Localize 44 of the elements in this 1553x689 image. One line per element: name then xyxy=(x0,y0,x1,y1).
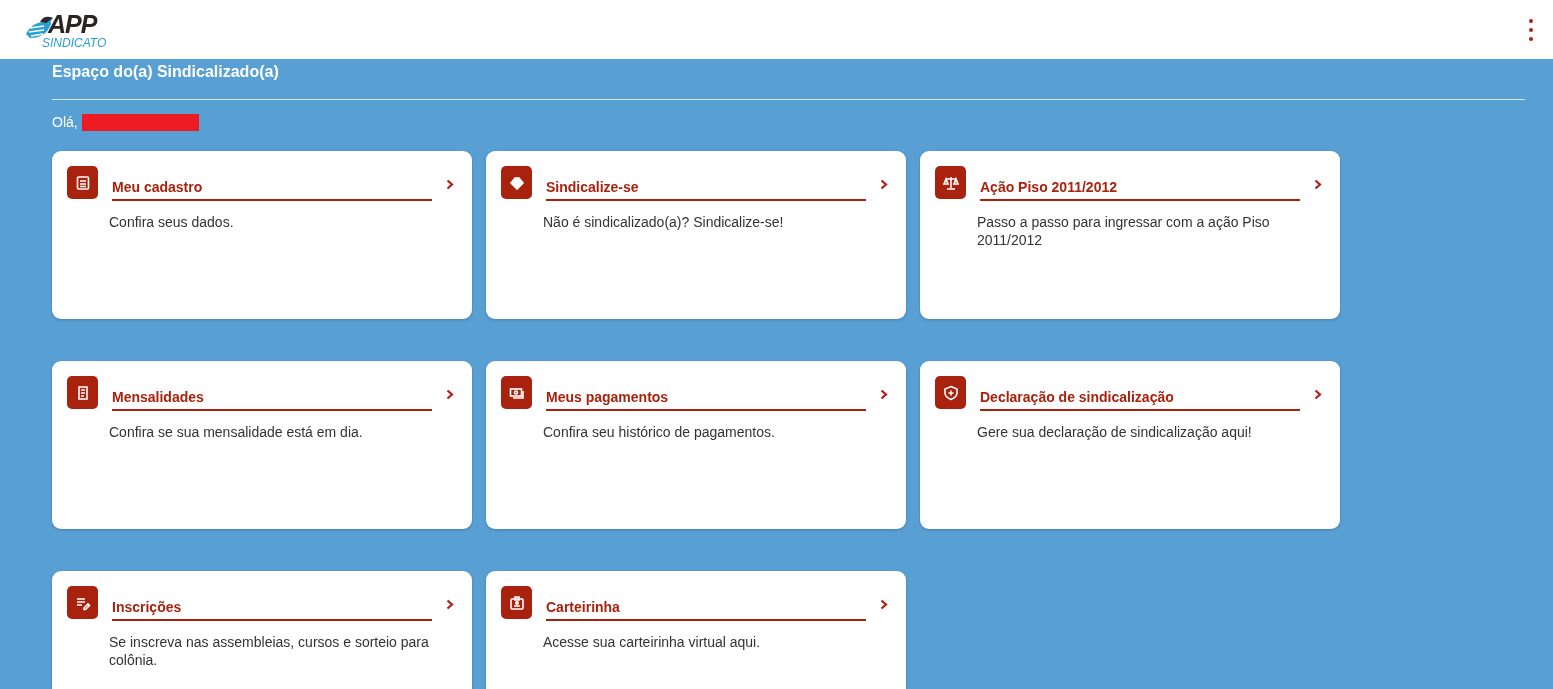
card-background[interactable]: Meu cadastro Confira seus dados. xyxy=(52,151,472,319)
card-background[interactable]: Meus pagamentos Confira seu histórico de pagamentos. xyxy=(486,361,906,529)
card-description: Acesse sua carteirinha virtual aqui. xyxy=(543,633,762,651)
card-background[interactable]: Declaração de sindicalização Gere sua declaração de sindicalização aqui! xyxy=(920,361,1340,529)
chevron-right-icon xyxy=(1314,389,1322,400)
card-title: Sindicalize-se xyxy=(546,179,639,195)
chevron-right-icon xyxy=(1314,179,1322,190)
page-title: Espaço do(a) Sindicalizado(a) xyxy=(52,62,280,82)
card-description: Gere sua declaração de sindicalização aqui! xyxy=(977,423,1253,441)
card-title: Mensalidades xyxy=(112,389,204,405)
chevron-right-icon xyxy=(446,599,454,610)
scale-icon xyxy=(935,166,966,199)
chevron-right-icon xyxy=(446,179,454,190)
shield-icon xyxy=(935,376,966,409)
card-description: Passo a passo para ingressar com a ação Piso 2011/2012 xyxy=(977,213,1271,249)
card-title: Inscrições xyxy=(112,599,182,615)
tag-icon xyxy=(501,166,532,199)
chevron-right-icon xyxy=(880,179,888,190)
form-icon xyxy=(67,166,98,199)
card-description: Confira seus dados. xyxy=(109,213,235,231)
card-background[interactable]: Carteirinha Acesse sua carteirinha virtual aqui. xyxy=(486,571,906,689)
card-background[interactable]: Mensalidades Confira se sua mensalidade está em dia. xyxy=(52,361,472,529)
card-background[interactable]: Inscrições Se inscreva nas assembleias, cursos e sorteio para colônia. xyxy=(52,571,472,689)
logo-title: APP xyxy=(48,12,98,37)
card-description: Se inscreva nas assembleias, cursos e sorteio para colônia. xyxy=(109,633,430,669)
chevron-right-icon xyxy=(880,599,888,610)
card-background[interactable]: Sindicalize-se Não é sindicalizado(a)? Sindicalize-se! xyxy=(486,151,906,319)
card-description: Confira seu histórico de pagamentos. xyxy=(543,423,776,441)
card-title: Carteirinha xyxy=(546,599,620,615)
chevron-right-icon xyxy=(446,389,454,400)
card-title: Meus pagamentos xyxy=(546,389,669,405)
card-title: Meu cadastro xyxy=(112,179,203,195)
greeting: Olá, xyxy=(52,114,78,130)
card-background[interactable]: Ação Piso 2011/2012 Passo a passo para ingressar com a ação Piso 2011/2012 xyxy=(920,151,1340,319)
edit-icon xyxy=(67,586,98,619)
card-title: Declaração de sindicalização xyxy=(980,389,1174,405)
badge-icon xyxy=(501,586,532,619)
receipt-icon xyxy=(67,376,98,409)
card-description: Não é sindicalizado(a)? Sindicalize-se! xyxy=(543,213,785,231)
card-description: Confira se sua mensalidade está em dia. xyxy=(109,423,364,441)
logo-subtitle: SINDICATO xyxy=(42,37,107,49)
money-icon xyxy=(501,376,532,409)
card-title: Ação Piso 2011/2012 xyxy=(980,179,1117,195)
chevron-right-icon xyxy=(880,389,888,400)
